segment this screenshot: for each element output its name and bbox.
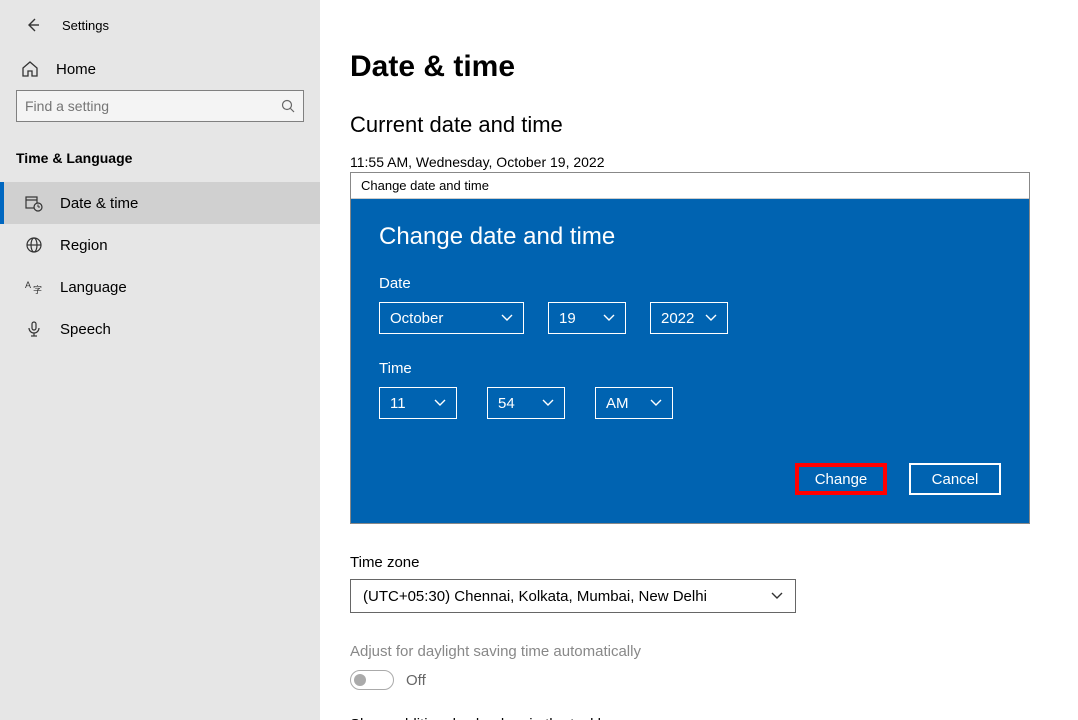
svg-text:字: 字 [33, 284, 42, 295]
search-input[interactable] [25, 98, 281, 114]
minute-dropdown[interactable]: 54 [487, 387, 565, 419]
month-dropdown[interactable]: October [379, 302, 524, 334]
change-button-label: Change [815, 471, 868, 488]
chevron-down-icon [650, 399, 662, 407]
chevron-down-icon [771, 592, 783, 600]
dst-toggle-row: Off [350, 670, 1048, 690]
year-dropdown[interactable]: 2022 [650, 302, 728, 334]
search-box[interactable] [16, 90, 304, 122]
year-value: 2022 [661, 310, 694, 327]
microphone-icon [24, 320, 44, 338]
minute-value: 54 [498, 395, 515, 412]
calendar-clock-icon [24, 194, 44, 212]
lower-section: Time zone (UTC+05:30) Chennai, Kolkata, … [350, 554, 1048, 720]
chevron-down-icon [542, 399, 554, 407]
hour-value: 11 [390, 395, 406, 412]
change-date-time-dialog: Change date and time Change date and tim… [350, 172, 1030, 524]
timezone-value: (UTC+05:30) Chennai, Kolkata, Mumbai, Ne… [363, 588, 707, 605]
language-icon: A字 [24, 278, 44, 296]
sidebar-item-label: Date & time [60, 195, 138, 212]
hour-dropdown[interactable]: 11 [379, 387, 457, 419]
time-label: Time [379, 360, 1001, 377]
current-datetime: 11:55 AM, Wednesday, October 19, 2022 [350, 154, 1048, 170]
svg-text:A: A [25, 280, 31, 290]
dialog-titlebar: Change date and time [351, 173, 1029, 199]
day-value: 19 [559, 310, 576, 327]
toggle-knob [354, 674, 366, 686]
globe-icon [24, 236, 44, 254]
ampm-value: AM [606, 395, 629, 412]
search-wrap [0, 90, 320, 142]
main-content: Date & time Current date and time 11:55 … [320, 0, 1078, 720]
date-label: Date [379, 275, 1001, 292]
sidebar-item-date-time[interactable]: Date & time [0, 182, 320, 224]
timezone-dropdown[interactable]: (UTC+05:30) Chennai, Kolkata, Mumbai, Ne… [350, 579, 796, 613]
sidebar-item-speech[interactable]: Speech [0, 308, 320, 350]
sub-title: Current date and time [350, 112, 1048, 138]
month-value: October [390, 310, 443, 327]
cancel-button-label: Cancel [932, 471, 979, 488]
section-title: Time & Language [0, 142, 320, 182]
chevron-down-icon [603, 314, 615, 322]
time-row: 11 54 AM [379, 387, 1001, 419]
dialog-heading: Change date and time [379, 223, 1001, 251]
change-button[interactable]: Change [795, 463, 887, 495]
timezone-label: Time zone [350, 554, 1048, 571]
dst-state: Off [406, 672, 426, 689]
dialog-body: Change date and time Date October 19 202… [351, 199, 1029, 523]
sidebar-item-region[interactable]: Region [0, 224, 320, 266]
dst-toggle[interactable] [350, 670, 394, 690]
home-icon [20, 60, 40, 78]
cancel-button[interactable]: Cancel [909, 463, 1001, 495]
ampm-dropdown[interactable]: AM [595, 387, 673, 419]
sidebar: Settings Home Time & Language Date & tim… [0, 0, 320, 720]
back-button[interactable] [24, 16, 42, 34]
header-row: Settings [0, 10, 320, 52]
date-row: October 19 2022 [379, 302, 1001, 334]
chevron-down-icon [705, 314, 717, 322]
sidebar-item-language[interactable]: A字 Language [0, 266, 320, 308]
additional-calendars-label: Show additional calendars in the taskbar [350, 716, 1048, 720]
sidebar-item-label: Speech [60, 321, 111, 338]
sidebar-item-label: Region [60, 237, 108, 254]
settings-label: Settings [62, 18, 109, 33]
back-arrow-icon [25, 17, 41, 33]
home-label: Home [56, 61, 96, 78]
search-icon [281, 99, 295, 113]
page-title: Date & time [350, 50, 1048, 84]
home-link[interactable]: Home [0, 52, 320, 90]
day-dropdown[interactable]: 19 [548, 302, 626, 334]
chevron-down-icon [434, 399, 446, 407]
dialog-buttons: Change Cancel [379, 463, 1001, 495]
sidebar-item-label: Language [60, 279, 127, 296]
chevron-down-icon [501, 314, 513, 322]
dst-label: Adjust for daylight saving time automati… [350, 643, 1048, 660]
